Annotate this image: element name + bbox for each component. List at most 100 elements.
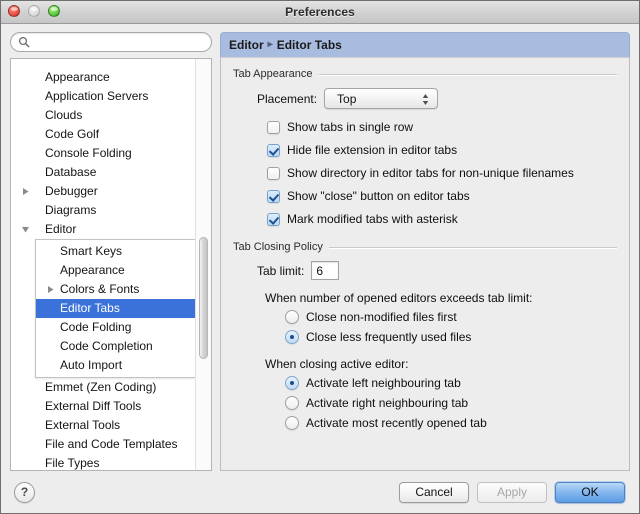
sidebar-item-colors-fonts[interactable]: Colors & Fonts (36, 280, 198, 299)
checkbox-row-hide-file-extension-in-editor-tabs[interactable]: Hide file extension in editor tabs (267, 143, 617, 157)
sidebar-item-label: Smart Keys (60, 244, 123, 258)
detail-pane: Editor ▸ Editor Tabs Tab Appearance Plac… (220, 32, 630, 471)
sidebar-item-database[interactable]: Database (11, 163, 211, 182)
radio-row-activate-most-recently-opened-tab[interactable]: Activate most recently opened tab (285, 416, 617, 430)
sidebar-item-clouds[interactable]: Clouds (11, 106, 211, 125)
window-controls (8, 5, 60, 17)
closing-active-radiogroup: Activate left neighbouring tab Activate r… (233, 376, 617, 430)
sidebar-item-file-and-code-templates[interactable]: File and Code Templates (11, 435, 211, 454)
sidebar-item-application-servers[interactable]: Application Servers (11, 87, 211, 106)
radio-label: Activate most recently opened tab (306, 416, 487, 430)
cancel-button[interactable]: Cancel (399, 481, 469, 503)
group-title-tab-appearance: Tab Appearance (233, 68, 313, 80)
window-title: Preferences (285, 5, 355, 19)
dialog-footer: ? Cancel Apply OK (1, 471, 639, 513)
checkbox-label: Show directory in editor tabs for non-un… (287, 166, 574, 180)
sidebar-item-external-tools[interactable]: External Tools (11, 416, 211, 435)
breadcrumb-parent[interactable]: Editor (229, 38, 264, 52)
radio-row-activate-left-neighbouring-tab[interactable]: Activate left neighbouring tab (285, 376, 617, 390)
search-input[interactable] (10, 32, 212, 52)
sidebar-item-file-types[interactable]: File Types (11, 454, 211, 470)
checkbox-label: Show tabs in single row (287, 120, 414, 134)
group-divider (328, 246, 617, 248)
radio-row-activate-right-neighbouring-tab[interactable]: Activate right neighbouring tab (285, 396, 617, 410)
radio-close-less-frequently-used-files[interactable] (285, 330, 299, 344)
sidebar-item-label: Auto Import (60, 358, 123, 372)
checkbox-hide-file-extension-in-editor-tabs[interactable] (267, 143, 280, 157)
tab-limit-input[interactable] (311, 261, 340, 280)
group-tab-closing-policy: Tab Closing Policy Tab limit: When numbe… (233, 241, 617, 430)
sidebar-item-label: Emmet (Zen Coding) (45, 380, 157, 394)
checkbox-row-show-directory-in-editor-tabs-for-non-unique-filenames[interactable]: Show directory in editor tabs for non-un… (267, 166, 617, 180)
dialog-content: Appearance Application Servers Clouds Code … (1, 24, 639, 471)
exceeds-limit-label: When number of opened editors exceeds ta… (265, 291, 533, 305)
ok-button[interactable]: OK (555, 481, 625, 503)
placement-row: Placement: Top (257, 88, 617, 109)
sidebar-item-code-completion[interactable]: Code Completion (36, 337, 198, 356)
preferences-window: Preferences Appearance Application Server… (0, 0, 640, 514)
sidebar-item-partial[interactable] (11, 61, 211, 68)
radio-close-non-modified-files-first[interactable] (285, 310, 299, 324)
radio-row-close-non-modified-files-first[interactable]: Close non-modified files first (285, 310, 617, 324)
sidebar-item-appearance[interactable]: Appearance (36, 261, 198, 280)
checkbox-show-directory-in-editor-tabs-for-non-unique-filenames[interactable] (267, 166, 280, 180)
radio-row-close-less-frequently-used-files[interactable]: Close less frequently used files (285, 330, 617, 344)
chevron-right-icon[interactable] (46, 285, 55, 294)
checkbox-row-mark-modified-tabs-with-asterisk[interactable]: Mark modified tabs with asterisk (267, 212, 617, 226)
tree-scrollbar[interactable] (195, 59, 211, 470)
chevron-down-icon[interactable] (21, 225, 30, 234)
checkbox-show-close-button-on-editor-tabs[interactable] (267, 189, 280, 203)
radio-label: Close non-modified files first (306, 310, 457, 324)
sidebar-item-external-diff-tools[interactable]: External Diff Tools (11, 397, 211, 416)
closing-active-label: When closing active editor: (265, 357, 409, 371)
placement-select[interactable]: Top (324, 88, 439, 109)
checkbox-label: Show "close" button on editor tabs (287, 189, 470, 203)
breadcrumb: Editor ▸ Editor Tabs (220, 32, 630, 57)
breadcrumb-current: Editor Tabs (276, 38, 342, 52)
sidebar-item-code-golf[interactable]: Code Golf (11, 125, 211, 144)
sidebar-item-diagrams[interactable]: Diagrams (11, 201, 211, 220)
sidebar-item-emmet-zen-coding[interactable]: Emmet (Zen Coding) (11, 378, 211, 397)
group-header: Tab Appearance (233, 68, 617, 80)
zoom-button[interactable] (48, 5, 60, 17)
checkbox-row-show-tabs-in-single-row[interactable]: Show tabs in single row (267, 120, 617, 134)
sidebar-item-appearance[interactable]: Appearance (11, 68, 211, 87)
group-tab-appearance: Tab Appearance Placement: Top Show tabs … (233, 68, 617, 226)
sidebar-item-label: File Types (45, 456, 100, 470)
sidebar-item-label: External Diff Tools (45, 399, 142, 413)
sidebar-item-label: File and Code Templates (45, 437, 178, 451)
radio-activate-right-neighbouring-tab[interactable] (285, 396, 299, 410)
sidebar-item-label: Appearance (45, 70, 110, 84)
sidebar-item-label: Code Golf (45, 127, 100, 141)
sidebar-item-editor[interactable]: Editor (11, 220, 211, 239)
radio-label: Close less frequently used files (306, 330, 472, 344)
checkbox-mark-modified-tabs-with-asterisk[interactable] (267, 212, 280, 226)
sidebar-item-code-folding[interactable]: Code Folding (36, 318, 198, 337)
title-bar: Preferences (1, 1, 639, 24)
sidebar-item-label: Console Folding (45, 146, 132, 160)
minimize-button[interactable] (28, 5, 40, 17)
sidebar: Appearance Application Servers Clouds Code … (10, 32, 212, 471)
sidebar-item-debugger[interactable]: Debugger (11, 182, 211, 201)
group-divider (318, 73, 617, 75)
sidebar-item-label: Diagrams (45, 203, 97, 217)
tree-scrollbar-thumb[interactable] (199, 237, 208, 359)
radio-activate-most-recently-opened-tab[interactable] (285, 416, 299, 430)
sidebar-item-label: Database (45, 165, 97, 179)
sidebar-item-smart-keys[interactable]: Smart Keys (36, 242, 198, 261)
sidebar-item-auto-import[interactable]: Auto Import (36, 356, 198, 375)
radio-activate-left-neighbouring-tab[interactable] (285, 376, 299, 390)
chevron-right-icon[interactable] (21, 187, 30, 196)
sidebar-item-label: Editor Tabs (60, 301, 120, 315)
close-button[interactable] (8, 5, 20, 17)
help-button[interactable]: ? (14, 481, 35, 503)
radio-label: Activate right neighbouring tab (306, 396, 469, 410)
tab-appearance-checkboxes: Show tabs in single row Hide file extensi… (233, 120, 617, 226)
sidebar-item-editor-tabs[interactable]: Editor Tabs (36, 299, 198, 318)
apply-button[interactable]: Apply (477, 481, 547, 503)
checkbox-row-show-close-button-on-editor-tabs[interactable]: Show "close" button on editor tabs (267, 189, 617, 203)
sidebar-item-label: Code Folding (60, 320, 132, 334)
sidebar-item-console-folding[interactable]: Console Folding (11, 144, 211, 163)
checkbox-show-tabs-in-single-row[interactable] (267, 120, 280, 134)
settings-panel: Tab Appearance Placement: Top Show tabs … (220, 57, 630, 471)
